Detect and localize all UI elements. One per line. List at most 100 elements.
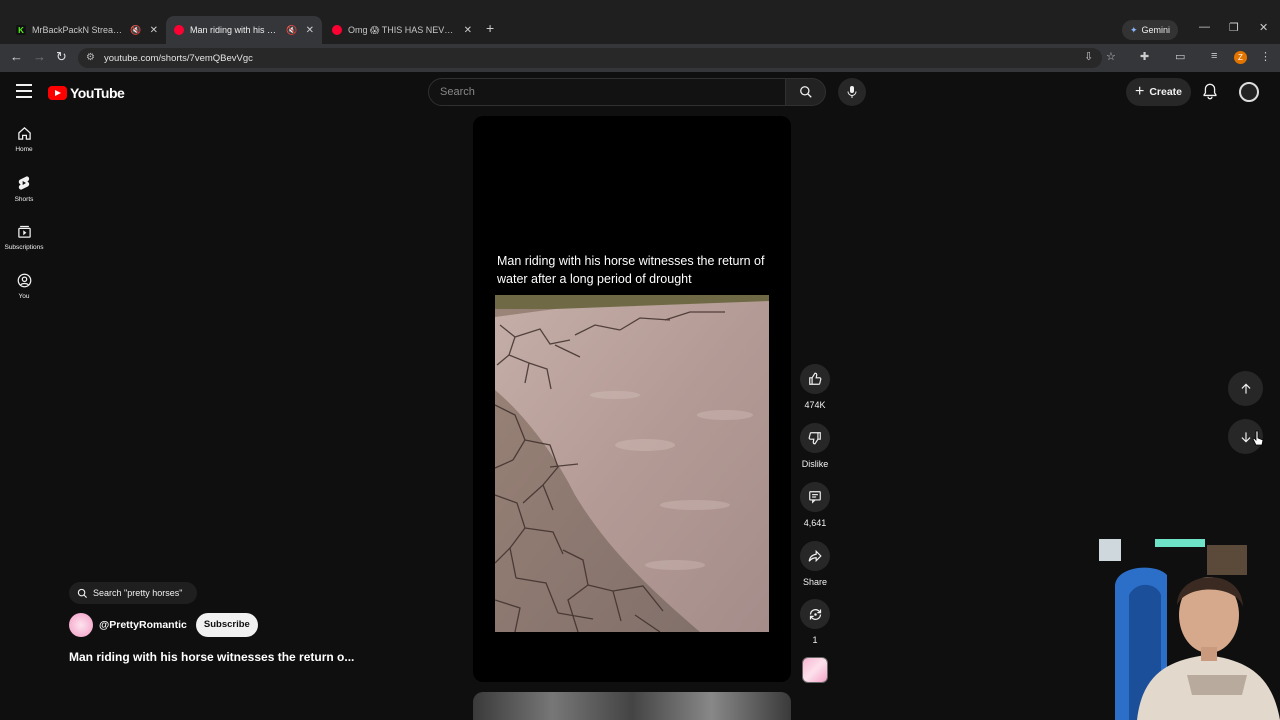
close-tab-icon[interactable]: ✕ [306, 25, 314, 36]
shorts-icon [18, 176, 30, 190]
remix-button[interactable]: 1 [800, 599, 830, 645]
browser-tab-current[interactable]: Man riding with his horse w 🔇 ✕ [166, 16, 322, 44]
media-controls-icon[interactable]: ≡ [1211, 50, 1217, 62]
create-button[interactable]: + Create [1126, 78, 1191, 106]
sidebar-item-label: Home [15, 146, 33, 153]
dislike-button[interactable]: Dislike [800, 423, 830, 469]
bell-icon [1203, 83, 1217, 100]
plus-icon: + [1134, 83, 1145, 100]
remix-icon [809, 608, 821, 620]
hamburger-menu-icon[interactable] [16, 84, 32, 98]
sound-thumbnail[interactable] [802, 657, 828, 683]
youtube-icon [332, 25, 342, 35]
gemini-button[interactable]: ✦ Gemini [1122, 20, 1179, 40]
browser-tab-kick[interactable]: K MrBackPackN Stream - Wa 🔇 ✕ [8, 16, 166, 44]
gemini-label: Gemini [1141, 25, 1171, 35]
url-field[interactable]: ⚙ youtube.com/shorts/7vemQBevVgc [78, 48, 1102, 68]
split-view-icon[interactable]: ▭ [1175, 50, 1185, 63]
short-title[interactable]: Man riding with his horse witnesses the … [69, 650, 354, 664]
subscribe-button[interactable]: Subscribe [195, 612, 258, 637]
mouse-cursor-icon [1252, 430, 1264, 446]
next-short-preview[interactable] [473, 692, 791, 720]
remix-count: 1 [812, 635, 818, 645]
tab-title: Omg 😱 THIS HAS NEVER HAP [348, 24, 456, 35]
share-label: Share [802, 577, 828, 587]
previous-short-button[interactable] [1228, 371, 1263, 406]
close-window-icon[interactable]: ✕ [1259, 21, 1268, 34]
cracked-earth-image [495, 295, 769, 632]
search-icon [799, 86, 812, 98]
site-info-icon[interactable]: ⚙ [86, 52, 95, 63]
account-avatar[interactable] [1239, 82, 1259, 102]
extensions-icon[interactable]: ✚ [1140, 50, 1149, 63]
create-label: Create [1149, 86, 1183, 98]
notifications-button[interactable] [1202, 83, 1218, 105]
webcam-feed [1097, 535, 1280, 720]
youtube-header: YouTube Search + Create [0, 72, 1280, 114]
search-input[interactable]: Search [428, 78, 786, 106]
microphone-icon [847, 86, 857, 98]
share-arrow-icon [808, 549, 822, 563]
sidebar-item-home[interactable]: Home [0, 126, 48, 153]
dislike-label: Dislike [801, 459, 829, 469]
minimize-icon[interactable]: — [1199, 21, 1210, 33]
close-tab-icon[interactable]: ✕ [150, 25, 158, 36]
search-placeholder: Search [440, 86, 475, 98]
sidebar-item-label: Subscriptions [4, 244, 44, 251]
new-tab-button[interactable]: + [486, 20, 494, 36]
webcam-overlay [1097, 535, 1280, 720]
arrow-up-icon [1241, 383, 1250, 394]
voice-search-button[interactable] [838, 78, 866, 106]
arrow-down-icon [1241, 431, 1250, 442]
thumbs-up-icon [809, 372, 822, 385]
video-frame [495, 295, 769, 632]
sidebar-item-label: You [18, 293, 30, 300]
kick-icon: K [16, 25, 26, 35]
like-count: 474K [804, 400, 826, 410]
mute-icon[interactable]: 🔇 [130, 25, 141, 36]
subscriptions-icon [17, 225, 31, 238]
comments-button[interactable]: 4,641 [800, 482, 830, 528]
browser-tab-omg[interactable]: Omg 😱 THIS HAS NEVER HAP ✕ [324, 16, 480, 44]
like-button[interactable]: 474K [800, 364, 830, 410]
you-icon [17, 273, 31, 288]
address-toolbar: ← → ↻ ⚙ youtube.com/shorts/7vemQBevVgc ⇩… [0, 44, 1280, 72]
shorts-video-player[interactable]: Man riding with his horse witnesses the … [473, 116, 791, 682]
youtube-icon [174, 25, 184, 35]
sidebar-item-label: Shorts [14, 196, 34, 203]
browser-menu-icon[interactable]: ⋮ [1260, 50, 1271, 63]
reload-icon[interactable]: ↻ [56, 49, 67, 65]
channel-row: @PrettyRomantic Subscribe [69, 612, 258, 637]
thumbs-down-icon [808, 432, 821, 445]
video-caption: Man riding with his horse witnesses the … [497, 254, 765, 286]
search-suggestion-chip[interactable]: Search "pretty horses" [69, 582, 197, 604]
channel-name[interactable]: @PrettyRomantic [99, 619, 187, 631]
tab-title: MrBackPackN Stream - Wa [32, 25, 124, 35]
close-tab-icon[interactable]: ✕ [464, 25, 472, 36]
gemini-icon: ✦ [1130, 24, 1138, 35]
youtube-play-icon [48, 86, 67, 100]
back-icon[interactable]: ← [10, 49, 23, 64]
browser-tab-bar: K MrBackPackN Stream - Wa 🔇 ✕ Man riding… [0, 0, 1280, 44]
install-icon[interactable]: ⇩ [1084, 50, 1093, 63]
comment-icon [809, 491, 821, 504]
search-suggestion-text: Search "pretty horses" [93, 588, 183, 598]
comment-count: 4,641 [803, 518, 827, 528]
forward-icon[interactable]: → [33, 49, 46, 64]
url-text: youtube.com/shorts/7vemQBevVgc [104, 52, 253, 64]
sidebar-item-you[interactable]: You [0, 273, 48, 300]
sidebar-item-subscriptions[interactable]: Subscriptions [0, 224, 48, 251]
home-icon [17, 127, 31, 140]
youtube-logo[interactable]: YouTube [48, 85, 125, 101]
share-button[interactable]: Share [800, 541, 830, 587]
channel-avatar[interactable] [69, 612, 93, 637]
restore-icon[interactable]: ❐ [1229, 21, 1239, 34]
mute-icon[interactable]: 🔇 [286, 25, 297, 36]
search-icon [77, 588, 88, 598]
profile-avatar[interactable]: Z [1234, 51, 1247, 64]
bookmark-star-icon[interactable]: ☆ [1106, 50, 1116, 63]
sidebar-item-shorts[interactable]: Shorts [0, 175, 48, 203]
youtube-wordmark: YouTube [70, 85, 125, 101]
search-button[interactable] [786, 78, 826, 106]
tab-title: Man riding with his horse w [190, 25, 281, 35]
